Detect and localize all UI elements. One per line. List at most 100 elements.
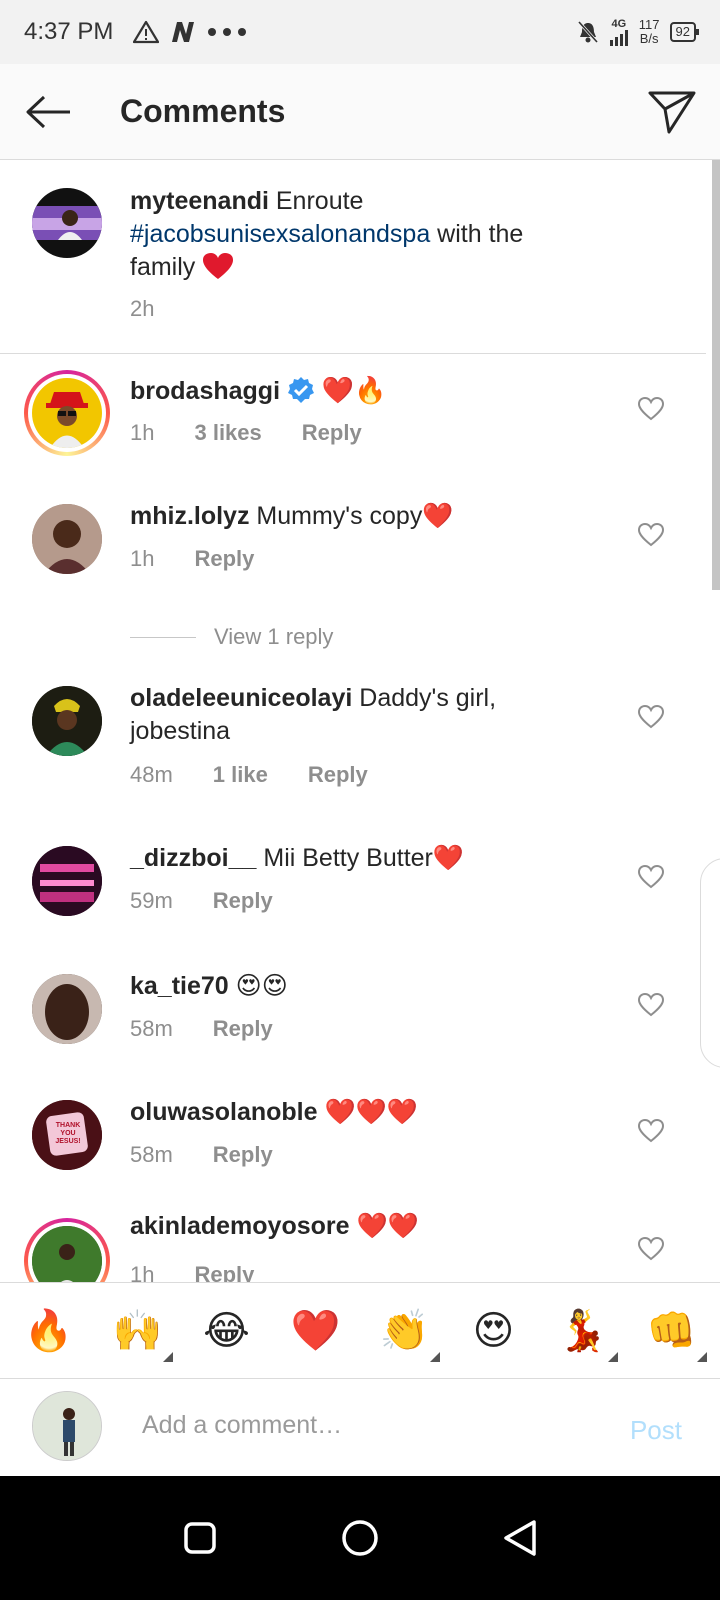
comment-emoji: ❤️ bbox=[422, 502, 454, 530]
like-button[interactable] bbox=[636, 394, 666, 424]
heart-outline-icon bbox=[638, 397, 664, 421]
heart-outline-icon bbox=[638, 1237, 664, 1261]
view-replies-button[interactable]: View 1 reply bbox=[130, 624, 333, 650]
like-button[interactable] bbox=[636, 990, 666, 1020]
comment-emoji: ❤️ bbox=[432, 844, 465, 872]
reply-button[interactable]: Reply bbox=[194, 546, 254, 572]
emoji-quick-bar: 🔥 🙌 😂 ❤️ 👏 😍 💃 👊 bbox=[0, 1282, 720, 1378]
fire-icon: 🔥 bbox=[23, 1309, 74, 1353]
avatar-photo bbox=[32, 686, 102, 756]
heart-outline-icon bbox=[638, 865, 664, 889]
reply-button[interactable]: Reply bbox=[213, 888, 273, 914]
signal-icon bbox=[609, 29, 628, 46]
avatar[interactable] bbox=[32, 378, 102, 448]
page-title: Comments bbox=[120, 93, 286, 129]
emoji-fire-button[interactable]: 🔥 bbox=[14, 1296, 84, 1366]
n-app-icon bbox=[172, 22, 195, 42]
comment-username[interactable]: mhiz.lolyz bbox=[130, 502, 249, 530]
comment-time: 1h bbox=[130, 420, 155, 445]
post-caption: myteenandi Enroute #jacobsunisexsalonand… bbox=[0, 160, 706, 354]
comment-item: brodashaggi ❤️🔥 1h 3 likes Reply bbox=[0, 354, 706, 484]
caption-time: 2h bbox=[130, 296, 155, 321]
likes-count[interactable]: 3 likes bbox=[194, 420, 261, 446]
emoji-heart-eyes-button[interactable]: 😍 bbox=[459, 1296, 529, 1366]
avatar-photo bbox=[32, 846, 102, 916]
avatar[interactable] bbox=[32, 188, 102, 258]
comment-text: Mummy's copy bbox=[249, 502, 423, 530]
comment-time: 48m bbox=[130, 762, 173, 787]
heart-outline-icon bbox=[638, 993, 664, 1017]
square-icon bbox=[184, 1522, 216, 1554]
avatar-photo bbox=[32, 504, 102, 574]
like-button[interactable] bbox=[636, 862, 666, 892]
comment-composer: Post bbox=[0, 1378, 720, 1476]
dancer-icon: 💃 bbox=[557, 1309, 608, 1353]
emoji-raised-hands-button[interactable]: 🙌 bbox=[103, 1296, 173, 1366]
triangle-back-icon bbox=[504, 1520, 536, 1556]
caption-text: myteenandi Enroute #jacobsunisexsalonand… bbox=[130, 187, 524, 281]
avatar-badge-text: THANK YOU JESUS! bbox=[55, 1122, 81, 1145]
comment-username[interactable]: brodashaggi bbox=[130, 377, 280, 405]
back-button[interactable] bbox=[0, 64, 96, 160]
red-heart-emoji bbox=[203, 253, 234, 279]
comment-username[interactable]: oladeleeuniceolayi bbox=[130, 684, 352, 712]
reply-button[interactable]: Reply bbox=[213, 1142, 273, 1168]
like-button[interactable] bbox=[636, 1234, 666, 1264]
comment-emoji: ❤️❤️ bbox=[356, 1212, 419, 1240]
comment-time: 1h bbox=[130, 546, 155, 571]
avatar-photo bbox=[33, 1392, 101, 1460]
comment-item: THANK YOU JESUS! oluwasolanoble ❤️❤️❤️ 5… bbox=[0, 1080, 706, 1204]
comment-username[interactable]: _dizzboi__ bbox=[130, 844, 256, 872]
comment-item: oladeleeuniceolayi Daddy's girl, jobesti… bbox=[0, 666, 706, 806]
heart-outline-icon bbox=[638, 705, 664, 729]
scrollbar[interactable] bbox=[712, 160, 720, 590]
back-arrow-icon bbox=[26, 95, 70, 128]
comment-emoji: ❤️❤️❤️ bbox=[324, 1098, 418, 1126]
post-button[interactable]: Post bbox=[630, 1415, 682, 1446]
comment-item: _dizzboi__ Mii Betty Butter❤️ 59m Reply bbox=[0, 826, 706, 950]
status-time: 4:37 PM bbox=[24, 18, 114, 45]
emoji-fist-button[interactable]: 👊 bbox=[637, 1296, 707, 1366]
comment-time: 1h bbox=[130, 1262, 155, 1282]
reply-button[interactable]: Reply bbox=[194, 1262, 254, 1282]
caption-username[interactable]: myteenandi bbox=[130, 187, 269, 215]
heart-outline-icon bbox=[638, 523, 664, 547]
avatar[interactable] bbox=[32, 504, 102, 574]
reply-button[interactable]: Reply bbox=[213, 1016, 273, 1042]
warning-icon bbox=[133, 20, 160, 44]
hashtag-link[interactable]: #jacobsunisexsalonandspa bbox=[130, 220, 430, 248]
emoji-heart-button[interactable]: ❤️ bbox=[281, 1296, 351, 1366]
verified-badge-icon bbox=[287, 377, 314, 403]
like-button[interactable] bbox=[636, 702, 666, 732]
emoji-laughing-button[interactable]: 😂 bbox=[192, 1296, 262, 1366]
avatar[interactable] bbox=[32, 974, 102, 1044]
comment-emoji: 😍😍 bbox=[235, 972, 288, 1000]
emoji-dancer-button[interactable]: 💃 bbox=[548, 1296, 618, 1366]
home-button[interactable] bbox=[330, 1508, 390, 1568]
comment-time: 59m bbox=[130, 888, 173, 913]
reply-button[interactable]: Reply bbox=[308, 762, 368, 788]
emoji-clap-button[interactable]: 👏 bbox=[370, 1296, 440, 1366]
likes-count[interactable]: 1 like bbox=[213, 762, 268, 788]
comment-input[interactable] bbox=[142, 1411, 582, 1440]
avatar[interactable] bbox=[32, 686, 102, 756]
recents-button[interactable] bbox=[170, 1508, 230, 1568]
back-nav-button[interactable] bbox=[490, 1508, 550, 1568]
side-handle[interactable] bbox=[700, 858, 720, 1068]
avatar[interactable]: THANK YOU JESUS! bbox=[32, 1100, 102, 1170]
like-button[interactable] bbox=[636, 1116, 666, 1146]
comment-username[interactable]: oluwasolanoble bbox=[130, 1098, 318, 1126]
laughing-face-icon: 😂 bbox=[203, 1308, 250, 1353]
direct-send-icon bbox=[648, 91, 696, 133]
system-nav-bar bbox=[0, 1476, 720, 1600]
share-button[interactable] bbox=[624, 64, 720, 160]
comment-username[interactable]: ka_tie70 bbox=[130, 972, 229, 1000]
avatar[interactable] bbox=[32, 846, 102, 916]
fist-icon: 👊 bbox=[646, 1309, 697, 1353]
clapping-hands-icon: 👏 bbox=[379, 1309, 430, 1353]
like-button[interactable] bbox=[636, 520, 666, 550]
comment-item: mhiz.lolyz Mummy's copy❤️ 1h Reply bbox=[0, 484, 706, 604]
mute-bell-icon bbox=[577, 20, 598, 44]
comment-username[interactable]: akinlademoyosore bbox=[130, 1212, 350, 1240]
reply-button[interactable]: Reply bbox=[302, 420, 362, 446]
